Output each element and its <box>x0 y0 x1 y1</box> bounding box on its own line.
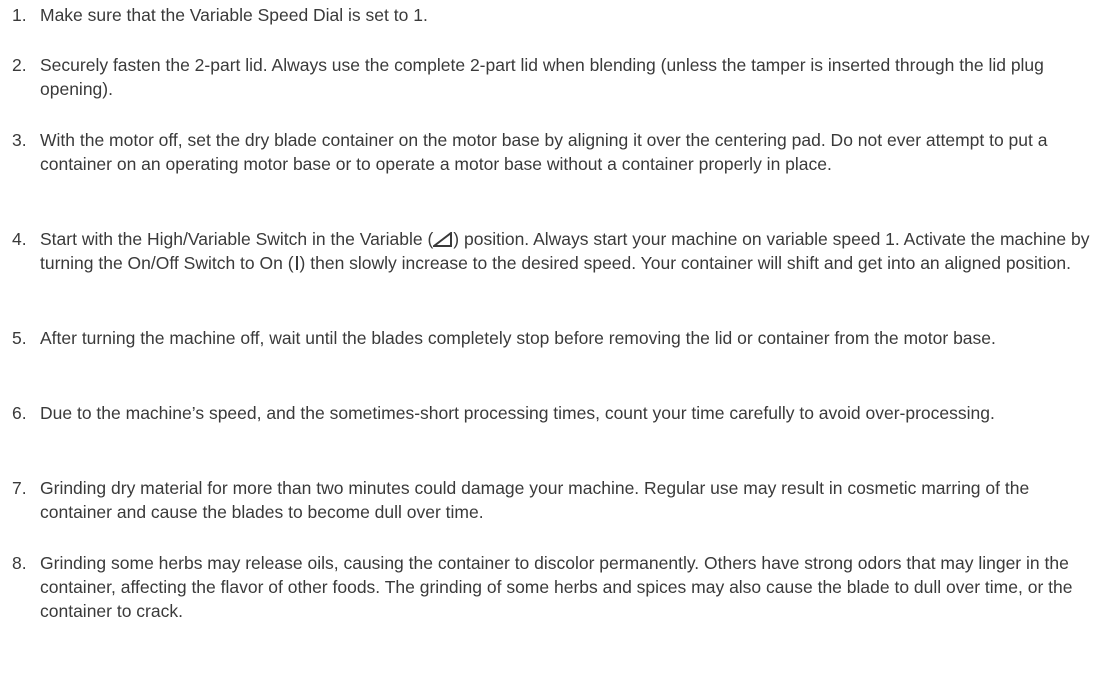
instruction-step-8: 8. Grinding some herbs may release oils,… <box>0 551 1097 623</box>
step-number: 4. <box>12 229 27 249</box>
instruction-step-5: 5. After turning the machine off, wait u… <box>0 326 1097 350</box>
step-number: 6. <box>12 403 27 423</box>
step-text-before-variable-symbol: Start with the High/Variable Switch in t… <box>40 229 434 249</box>
instruction-step-2: 2. Securely fasten the 2-part lid. Alway… <box>0 53 1097 101</box>
instruction-document: 1. Make sure that the Variable Speed Dia… <box>0 0 1107 691</box>
instruction-step-4: 4. Start with the High/Variable Switch i… <box>0 227 1097 275</box>
step-number: 7. <box>12 478 27 498</box>
step-number: 5. <box>12 328 27 348</box>
step-text: With the motor off, set the dry blade co… <box>40 130 1048 174</box>
step-number: 3. <box>12 130 27 150</box>
step-text: Grinding some herbs may release oils, ca… <box>40 553 1073 621</box>
step-number: 2. <box>12 55 27 75</box>
step-text-after-on-symbol: ) then slowly increase to the desired sp… <box>299 253 1071 273</box>
variable-speed-ramp-icon <box>431 229 453 247</box>
step-text: Due to the machine’s speed, and the some… <box>40 403 995 423</box>
instruction-step-7: 7. Grinding dry material for more than t… <box>0 476 1097 524</box>
step-number: 1. <box>12 5 27 25</box>
instruction-step-3: 3. With the motor off, set the dry blade… <box>0 128 1097 176</box>
step-text: Make sure that the Variable Speed Dial i… <box>40 5 428 25</box>
instruction-step-1: 1. Make sure that the Variable Speed Dia… <box>0 3 1097 27</box>
step-text: Start with the High/Variable Switch in t… <box>40 227 1097 275</box>
step-text: Grinding dry material for more than two … <box>40 478 1030 522</box>
step-text: After turning the machine off, wait unti… <box>40 328 996 348</box>
step-text: Securely fasten the 2-part lid. Always u… <box>40 55 1044 99</box>
instruction-step-6: 6. Due to the machine’s speed, and the s… <box>0 401 1097 425</box>
step-number: 8. <box>12 553 27 573</box>
